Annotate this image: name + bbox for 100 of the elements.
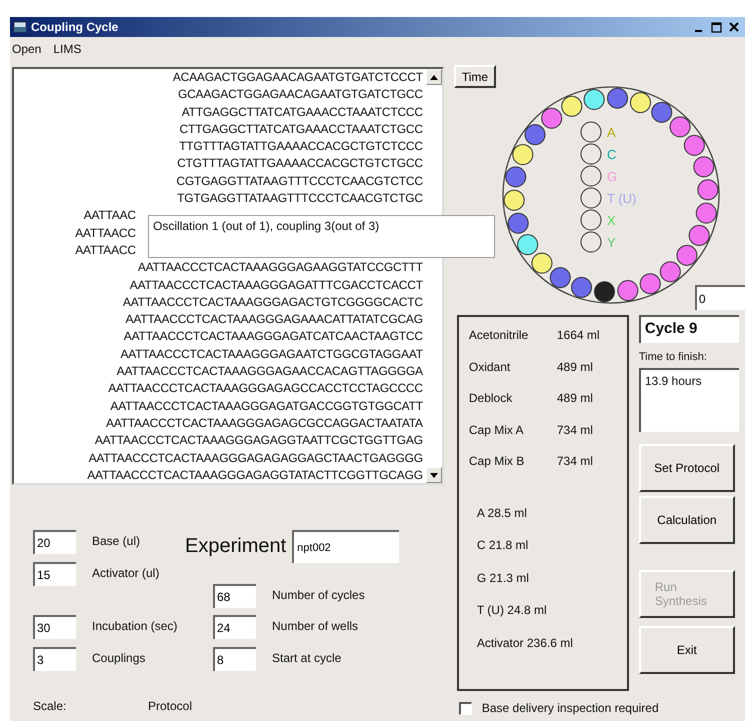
action-button[interactable]: Set Protocol — [638, 444, 735, 492]
sequence-row[interactable]: ACAAGACTGGAGAACAGAATGTGATCTCCCT — [14, 69, 423, 86]
sequence-row[interactable]: CTGTTTAGTATTGAAAACCACGCTGTCTGCC — [14, 155, 423, 173]
slot-circle — [580, 144, 602, 164]
checkbox-label[interactable]: Base delivery inspection required — [482, 699, 659, 717]
sequence-row[interactable]: AATTAACCCTCACTAAAGGGAGAACCACAGTTAGGGGA — [14, 363, 423, 380]
well-circle[interactable] — [524, 124, 546, 146]
sequence-row[interactable]: AATTAACCCTCACTAAAGGGAGAGGTAATTCGCTGGTTGAG — [14, 432, 423, 450]
parameter-label: Number of cycles — [272, 587, 365, 604]
time-button[interactable]: Time — [454, 65, 496, 88]
slot-circle — [580, 188, 602, 208]
well-circle[interactable] — [660, 261, 681, 282]
reagent-amount: 489 ml — [556, 358, 593, 376]
well-circle[interactable] — [617, 280, 638, 302]
scroll-down-button[interactable] — [426, 467, 442, 483]
sequence-row[interactable]: AATTAACCCTCACTAAAGGGAGAAGGTATCCGCTTT — [14, 259, 423, 277]
reagent-amount: 489 ml — [556, 390, 593, 407]
sequence-row[interactable]: CGTGAGGTTATAAGTTTCCCTCAACGTCTCC — [14, 172, 423, 190]
well-circle[interactable] — [594, 281, 616, 302]
sequence-row[interactable]: AATTAACCCTCACTAAAGGGAGAATCTGGCGTAGGAAT — [14, 346, 423, 364]
base-amount: Activator 236.6 ml — [476, 636, 573, 650]
time-label: Time to finish: — [638, 350, 708, 365]
minimize-icon — [694, 30, 702, 32]
well-circle[interactable] — [697, 179, 718, 200]
experiment-label: Experiment — [185, 534, 286, 558]
base-amount: T (U) 24.8 ml — [476, 603, 547, 617]
well-circle[interactable] — [696, 202, 717, 224]
sequence-list[interactable] — [12, 67, 444, 485]
well-circle[interactable] — [651, 102, 672, 123]
reagent-name: Deblock — [468, 390, 514, 407]
sequence-row[interactable]: AATTAACCCTCACTAAAGGGAGATGACCGGTGTGGCATT — [14, 398, 423, 415]
tooltip: Oscillation 1 (out of 1), coupling 3(out of 3) — [148, 215, 495, 258]
well-circle[interactable] — [561, 96, 582, 117]
well-circle[interactable] — [517, 234, 538, 256]
legend-label: T (U) — [607, 191, 636, 206]
well-circle[interactable] — [541, 108, 562, 129]
sequence-row[interactable]: AATTAACCCTCACTAAAGGGAGATTTCGACCTCACCT — [14, 276, 423, 294]
sequence-row[interactable]: AATTAACCCTCACTAAAGGGAGAGGTATACTTCGGTTGCAGG — [14, 466, 423, 483]
sequence-row[interactable]: AATTAACCCTCACTAAAGGGAGATCATCAACTAAGTCC — [14, 328, 423, 346]
parameter-label: Incubation (sec) — [92, 618, 178, 635]
maximize-icon — [710, 22, 722, 32]
legend-label: C — [607, 147, 616, 162]
legend-label: X — [607, 213, 616, 228]
well-circle[interactable] — [505, 166, 526, 188]
well-circle[interactable] — [640, 273, 661, 294]
well-circle[interactable] — [571, 276, 592, 298]
footer-label: Protocol — [148, 698, 192, 715]
well-circle[interactable] — [684, 134, 705, 156]
up-arrow-icon — [430, 74, 438, 80]
sequence-row[interactable]: AATTAACCCTCACTAAAGGGAGAAACATTATATCGCAG — [14, 311, 423, 328]
base-amount: G 21.3 ml — [476, 570, 529, 584]
well-circle[interactable] — [584, 88, 605, 110]
well-circle[interactable] — [693, 156, 714, 178]
sequence-row[interactable]: AATTAACCCTCACTAAAGGGAGAGAGGAGCTAACTGAGGGG — [14, 450, 423, 467]
well-circle[interactable] — [504, 190, 525, 211]
well-circle[interactable] — [508, 212, 529, 234]
well-circle[interactable] — [676, 244, 698, 266]
menu-item[interactable]: LIMS — [53, 40, 82, 58]
parameter-field[interactable]: 24 — [213, 615, 256, 639]
down-arrow-icon — [430, 472, 438, 478]
parameter-field[interactable]: 3 — [33, 647, 76, 671]
checkbox[interactable] — [458, 702, 472, 714]
sequence-row[interactable]: CTTGAGGCTTATCATGAAACCTAAATCTGCC — [14, 120, 423, 138]
sequence-row[interactable]: AATTAACCCTCACTAAAGGGAGACTGTCGGGGCACTC — [14, 294, 423, 312]
sequence-row[interactable]: TTGTTTAGTATTGAAAACCACGCTGTCTCCC — [14, 138, 423, 156]
action-button[interactable]: Calculation — [638, 496, 735, 544]
reagent-amount: 734 ml — [556, 453, 593, 470]
parameter-field[interactable]: 15 — [33, 562, 76, 586]
well-number-field[interactable]: 0 — [694, 285, 745, 310]
reagent-amount: 1664 ml — [556, 327, 600, 344]
reagent-name: Cap Mix A — [468, 422, 525, 438]
well-circle[interactable] — [512, 144, 534, 166]
time-display: 13.9 hours — [638, 368, 739, 432]
well-circle[interactable] — [607, 88, 628, 109]
legend-label: Y — [607, 235, 616, 250]
sequence-row[interactable]: AATTAACCCTCACTAAAGGGAGAGCGCCAGGACTAATATA — [14, 414, 423, 432]
parameter-label: Couplings — [92, 650, 146, 667]
scroll-up-button[interactable] — [426, 69, 442, 85]
sequence-row[interactable]: TGTGAGGTTATAAGTTTCCCTCAACGTCTGC — [14, 190, 423, 208]
reagent-amount: 734 ml — [556, 422, 593, 438]
slot-circle — [580, 210, 602, 230]
parameter-field[interactable]: 20 — [33, 530, 76, 554]
parameter-label: Base (ul) — [92, 533, 140, 550]
parameter-field[interactable]: 68 — [213, 584, 256, 608]
experiment-field[interactable]: npt002 — [292, 530, 400, 563]
parameter-field[interactable]: 30 — [33, 615, 76, 639]
well-circle[interactable] — [630, 92, 652, 114]
close-icon — [729, 22, 739, 32]
well-circle[interactable] — [670, 116, 691, 138]
action-button[interactable]: Exit — [638, 626, 735, 674]
sequence-row[interactable]: GCAAGACTGGAGAACAGAATGTGATCTGCC — [14, 86, 423, 104]
sequence-row[interactable]: AATTAACCCTCACTAAAGGGAGAGCCACCTCCTAGCCCC — [14, 380, 423, 398]
parameter-field[interactable]: 8 — [213, 647, 256, 671]
well-circle[interactable] — [550, 267, 571, 288]
footer-label: Scale: — [33, 698, 68, 715]
menu-item[interactable]: Open — [12, 40, 42, 58]
slot-circle — [580, 122, 602, 142]
well-circle[interactable] — [688, 224, 710, 246]
sequence-row[interactable]: ATTGAGGCTTATCATGAAACCTAAATCTCCC — [14, 104, 423, 121]
well-circle[interactable] — [532, 252, 553, 274]
